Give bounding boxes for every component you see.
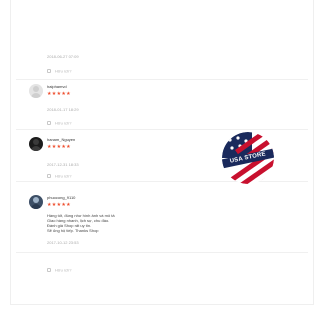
rating-stars: ★★★★★: [47, 91, 71, 97]
thumbs-up-icon: [47, 173, 51, 178]
helpful-button[interactable]: Hữu ích?: [47, 120, 71, 125]
review-item: 2018-06-27 07:09 Hữu ích?: [11, 0, 313, 80]
thumbs-up-icon: [47, 68, 51, 73]
review-comment: Hàng tốt, đúng như hình ảnh và mô tả Gia…: [47, 213, 115, 233]
review-item: phuocong_9110 ★★★★★ Hàng tốt, đúng như h…: [11, 183, 313, 253]
avatar[interactable]: [29, 84, 43, 98]
helpful-button[interactable]: Hữu ích?: [47, 68, 71, 73]
avatar[interactable]: [29, 137, 43, 151]
reviewer-name[interactable]: hanam_Nguyen: [47, 137, 75, 142]
rating-stars: ★★★★★: [47, 144, 71, 150]
review-date: 2018-01-17 18:29: [47, 107, 79, 112]
comment-line: Sẽ ủng hộ tiếp. Thanks Shop: [47, 228, 99, 233]
rating-stars: ★★★★★: [47, 202, 71, 208]
review-date: 2017-10-12 23:53: [47, 240, 79, 245]
thumbs-up-icon: [47, 267, 51, 272]
usa-store-badge: USA STORE: [222, 132, 274, 184]
review-date: 2018-06-27 07:09: [47, 54, 79, 59]
helpful-button[interactable]: Hữu ích?: [47, 173, 71, 178]
thumbs-up-icon: [47, 120, 51, 125]
helpful-button[interactable]: Hữu ích?: [47, 267, 71, 272]
avatar[interactable]: [29, 195, 43, 209]
review-date: 2017-12-31 18:33: [47, 162, 79, 167]
review-item: haiphamvd ★★★★★ 2018-01-17 18:29 Hữu ích…: [11, 80, 313, 130]
reviewer-name[interactable]: haiphamvd: [47, 84, 67, 89]
reviewer-name[interactable]: phuocong_9110: [47, 195, 75, 200]
